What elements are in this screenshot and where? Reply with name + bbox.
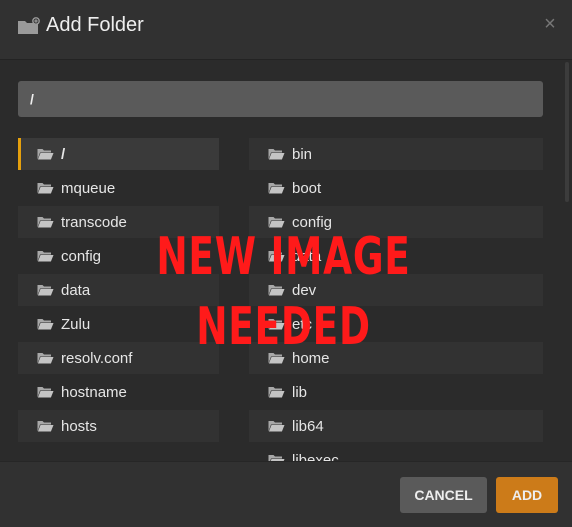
folder-item[interactable]: libexec [249, 444, 543, 461]
folder-open-icon [37, 149, 54, 160]
dialog-footer: CANCEL ADD [0, 461, 572, 527]
folder-open-icon [268, 319, 285, 330]
path-input[interactable] [18, 81, 543, 117]
folder-open-icon [37, 421, 54, 432]
dialog-title: Add Folder [46, 14, 144, 36]
folder-item-label: lib [292, 383, 308, 401]
folder-open-icon [268, 251, 285, 262]
folder-open-icon [37, 183, 54, 194]
folder-item[interactable]: boot [249, 172, 543, 204]
folder-open-icon [268, 285, 285, 296]
dialog-header: Add Folder × [0, 0, 572, 60]
folder-item-label: boot [292, 179, 322, 197]
folder-item-label: transcode [61, 213, 127, 231]
add-button[interactable]: ADD [496, 477, 558, 513]
folder-open-icon [37, 285, 54, 296]
folder-item-label: dev [292, 281, 317, 299]
folder-browser: / mqueue transcode config data Zulu resolv.con… [0, 138, 572, 461]
folder-item[interactable]: data [249, 240, 543, 272]
folder-item[interactable]: Zulu [18, 308, 219, 340]
folder-item-label: config [292, 213, 333, 231]
folder-add-icon [18, 17, 40, 34]
folder-item[interactable]: dev [249, 274, 543, 306]
folder-item[interactable]: lib [249, 376, 543, 408]
folder-open-icon [37, 319, 54, 330]
folder-item[interactable]: transcode [18, 206, 219, 238]
folder-open-icon [268, 455, 285, 461]
left-folder-list: / mqueue transcode config data Zulu resolv.con… [18, 138, 219, 444]
folder-item[interactable]: etc [249, 308, 543, 340]
folder-item-label: data [61, 281, 91, 299]
folder-item[interactable]: hostname [18, 376, 219, 408]
folder-item[interactable]: data [18, 274, 219, 306]
folder-item-label: hosts [61, 417, 97, 435]
folder-item[interactable]: lib64 [249, 410, 543, 442]
close-icon[interactable]: × [540, 12, 560, 36]
cancel-button[interactable]: CANCEL [400, 477, 487, 513]
right-folder-list: bin boot config data dev etc home lib lib64 libex… [249, 138, 543, 461]
folder-open-icon [268, 183, 285, 194]
folder-item-label: resolv.conf [61, 349, 133, 367]
folder-open-icon [268, 353, 285, 364]
folder-open-icon [37, 353, 54, 364]
folder-open-icon [268, 149, 285, 160]
folder-item[interactable]: bin [249, 138, 543, 170]
folder-item[interactable]: mqueue [18, 172, 219, 204]
folder-item[interactable]: config [249, 206, 543, 238]
folder-item-label: mqueue [61, 179, 116, 197]
folder-item-label: bin [292, 145, 313, 163]
folder-item-label: / [61, 145, 66, 163]
folder-open-icon [37, 217, 54, 228]
folder-item[interactable]: resolv.conf [18, 342, 219, 374]
folder-open-icon [37, 251, 54, 262]
folder-open-icon [268, 217, 285, 228]
folder-item[interactable]: home [249, 342, 543, 374]
folder-item-label: config [61, 247, 102, 265]
folder-item-label: hostname [61, 383, 127, 401]
folder-item[interactable]: hosts [18, 410, 219, 442]
folder-item-label: etc [292, 315, 313, 333]
folder-item-label: libexec [292, 451, 339, 462]
folder-item-label: Zulu [61, 315, 91, 333]
folder-open-icon [37, 387, 54, 398]
folder-item-label: home [292, 349, 330, 367]
folder-item-label: data [292, 247, 322, 265]
folder-open-icon [268, 421, 285, 432]
folder-item[interactable]: config [18, 240, 219, 272]
folder-item[interactable]: / [18, 138, 219, 170]
folder-open-icon [268, 387, 285, 398]
folder-item-label: lib64 [292, 417, 324, 435]
